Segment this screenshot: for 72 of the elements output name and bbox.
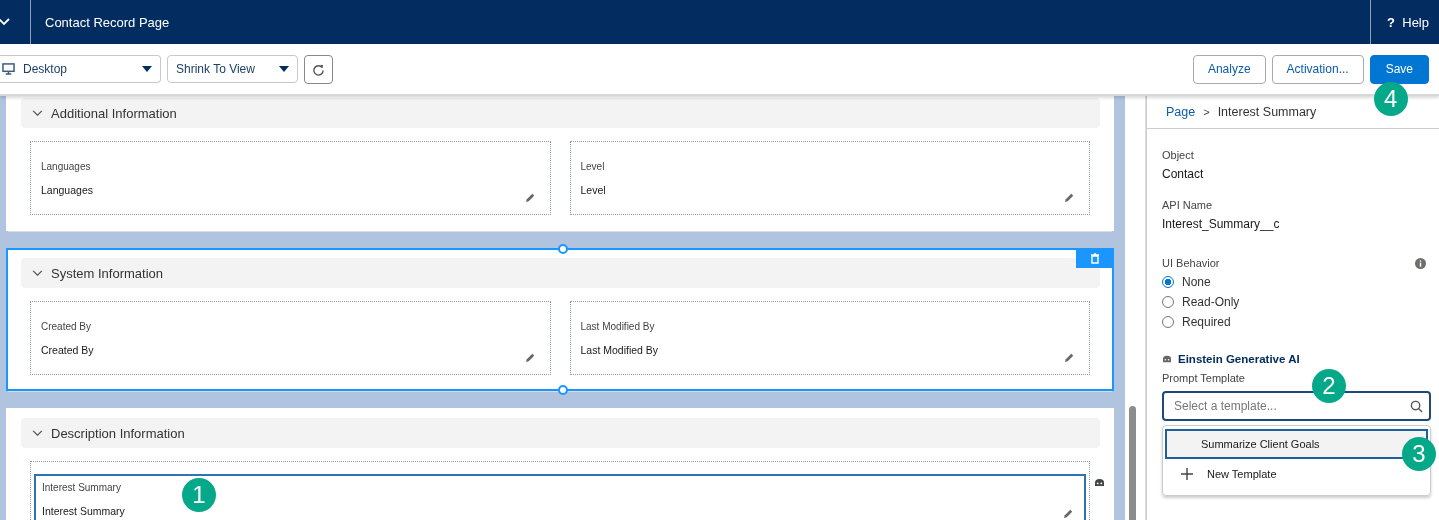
section-header[interactable]: Additional Information: [21, 98, 1100, 128]
plus-icon: [1181, 468, 1193, 480]
caret-icon: [279, 66, 289, 72]
section-title: Description Information: [51, 425, 185, 441]
section-heading: Einstein Generative AI: [1178, 353, 1300, 365]
field-card[interactable]: Last Modified By Last Modified By: [570, 302, 1089, 374]
field-value: Level: [580, 184, 606, 196]
chevron-icon: [32, 269, 43, 277]
page-title: Contact Record Page: [45, 14, 171, 30]
field-label: Last Modified By: [580, 321, 655, 332]
field-label: Languages: [41, 161, 91, 172]
breadcrumb-link[interactable]: Page: [1166, 105, 1196, 119]
field-card[interactable]: Created By Created By: [31, 302, 550, 374]
field-value: Last Modified By: [580, 344, 659, 356]
radio-option[interactable]: Required: [1162, 315, 1431, 329]
field-card[interactable]: Languages Languages: [31, 142, 550, 214]
step-marker: 1: [182, 478, 216, 512]
refresh-button[interactable]: [304, 54, 333, 84]
toolbar-button[interactable]: Analyze: [1192, 54, 1266, 84]
caret-icon: [142, 66, 152, 72]
step-marker: 4: [1373, 81, 1408, 116]
help-link[interactable]: ? Help: [1387, 14, 1429, 30]
new-template-option[interactable]: New Template: [1165, 459, 1285, 489]
scrollbar[interactable]: [1120, 96, 1146, 520]
section-header[interactable]: System Information: [21, 258, 1100, 288]
pencil-icon[interactable]: [1063, 508, 1074, 519]
pencil-icon[interactable]: [524, 192, 536, 203]
property-value: Contact: [1162, 167, 1205, 181]
property-label: API Name: [1162, 199, 1214, 211]
breadcrumb-separator: >: [1203, 106, 1210, 118]
step-marker: 2: [1312, 369, 1346, 403]
chevron-icon[interactable]: [0, 18, 10, 26]
property-value: Interest_Summary__c: [1162, 217, 1281, 231]
page-section[interactable]: Description Information Interest Summary Interest Summary 1: [6, 408, 1114, 520]
chevron-icon: [32, 429, 43, 437]
refresh-icon: [312, 62, 325, 76]
pencil-icon[interactable]: [1064, 352, 1075, 363]
radio-button[interactable]: [1162, 316, 1174, 328]
step-marker: 3: [1402, 437, 1436, 471]
pencil-icon[interactable]: [1064, 192, 1075, 203]
radio-button[interactable]: [1162, 276, 1174, 288]
info-icon[interactable]: [1415, 257, 1426, 269]
pencil-icon[interactable]: [524, 352, 536, 363]
zoom-dropdown[interactable]: Shrink To View: [167, 55, 298, 83]
device-dropdown[interactable]: Desktop: [0, 55, 161, 83]
radio-option[interactable]: Read-Only: [1162, 295, 1431, 309]
field-card[interactable]: Level Level: [570, 142, 1089, 214]
trash-icon: [1090, 252, 1100, 264]
page-section[interactable]: Additional Information Languages Languages Level Level: [6, 96, 1114, 231]
toolbar-button[interactable]: Activation...: [1271, 54, 1364, 84]
property-label: Object: [1162, 149, 1195, 161]
field-value: Interest Summary: [42, 505, 125, 517]
group-label: UI Behavior: [1162, 257, 1220, 269]
section-title: Additional Information: [51, 105, 177, 121]
breadcrumb-current: Interest Summary: [1217, 105, 1317, 119]
monitor-icon: [2, 63, 15, 75]
field-value: Created By: [41, 344, 94, 356]
save-button[interactable]: Save: [1369, 54, 1429, 84]
add-handle-icon[interactable]: [558, 385, 568, 395]
field-label: Interest Summary: [42, 482, 121, 493]
robot-icon: [1162, 355, 1172, 363]
field-label: Created By: [41, 321, 92, 332]
field-value: Languages: [41, 184, 93, 196]
section-title: System Information: [51, 265, 163, 281]
search-icon: [1410, 400, 1423, 413]
field-label: Level: [580, 161, 605, 172]
section-header[interactable]: Description Information: [21, 418, 1100, 448]
chevron-icon: [32, 109, 43, 117]
radio-option[interactable]: None: [1162, 275, 1431, 289]
field-label: Prompt Template: [1162, 372, 1246, 384]
radio-button[interactable]: [1162, 296, 1174, 308]
add-handle-icon[interactable]: [558, 244, 568, 254]
